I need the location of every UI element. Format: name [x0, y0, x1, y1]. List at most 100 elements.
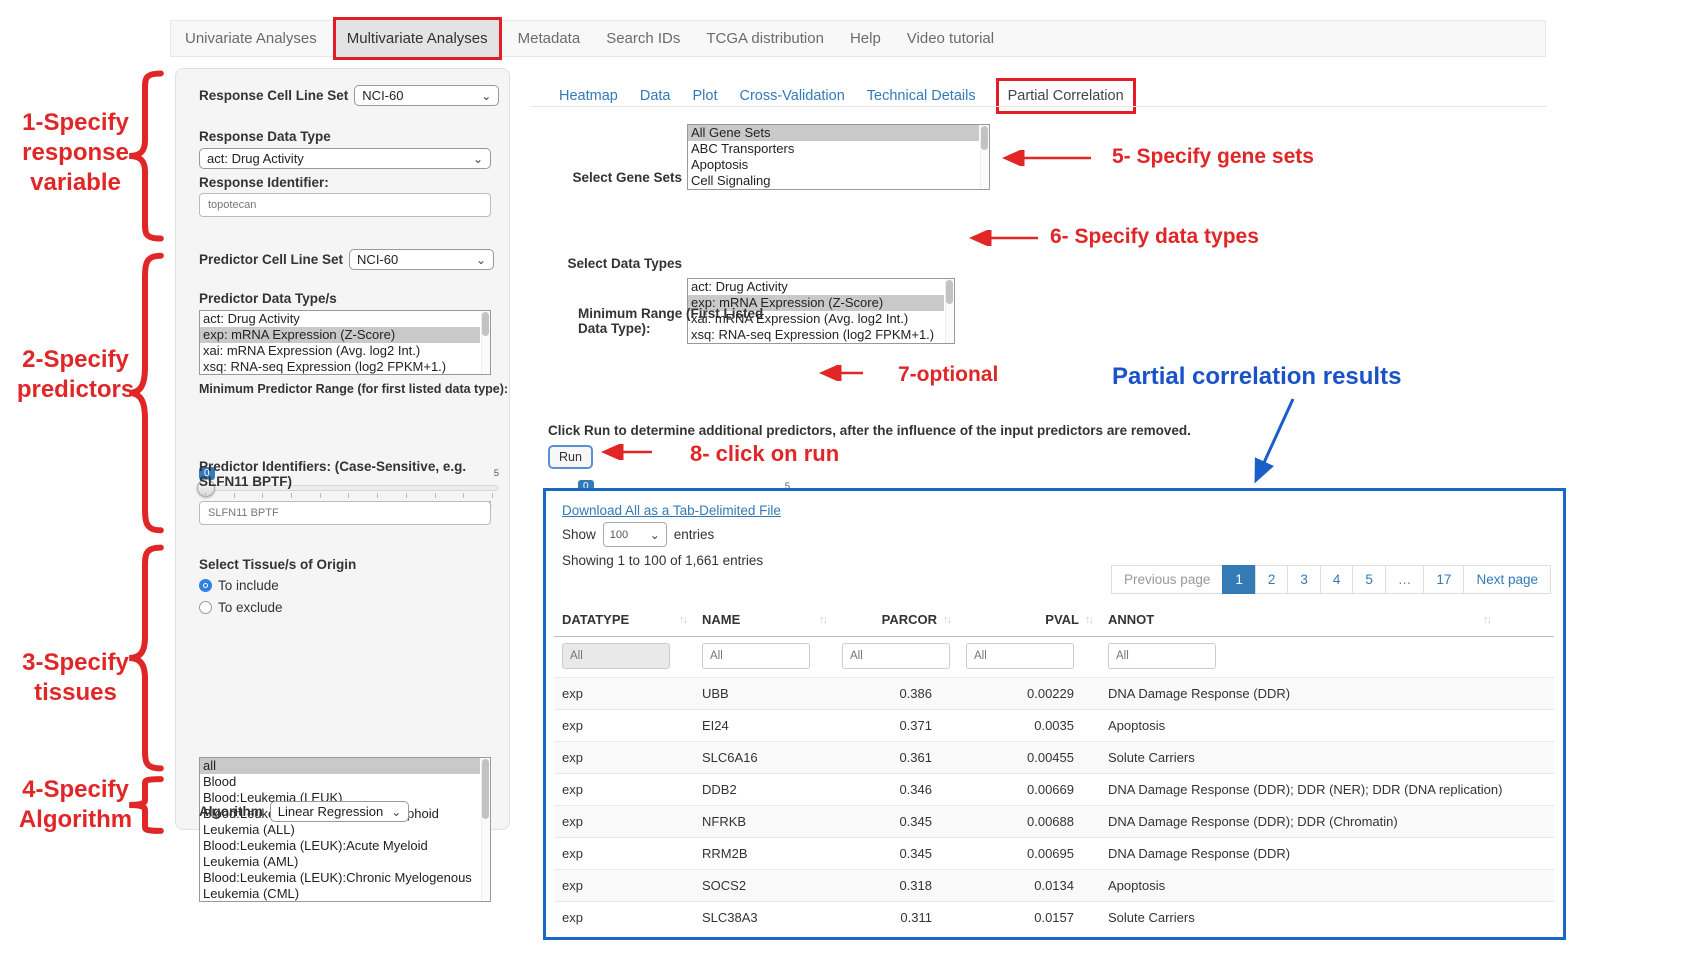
gene-sets-label: Select Gene Sets	[548, 170, 682, 185]
filter-annot-input[interactable]	[1108, 643, 1216, 669]
column-header-datatype[interactable]: DATATYPE↑↓	[554, 603, 694, 637]
option-tissue-cml[interactable]: Blood:Leukemia (LEUK):Chronic Myelogenou…	[200, 870, 480, 902]
download-tab-delimited-link[interactable]: Download All as a Tab-Delimited File	[562, 503, 781, 518]
tab-heatmap[interactable]: Heatmap	[548, 88, 629, 104]
arrow-optional	[812, 365, 867, 381]
radio-unchecked-icon	[199, 601, 212, 614]
arrow-data-types	[962, 230, 1042, 246]
run-button[interactable]: Run	[548, 445, 593, 469]
page-4-button[interactable]: 4	[1320, 565, 1354, 594]
nav-active-highlight: Multivariate Analyses	[333, 17, 502, 60]
results-table: DATATYPE↑↓ NAME↑↓ PARCOR↑↓ PVAL↑↓ ANNOT↑…	[554, 603, 1554, 933]
column-header-annot[interactable]: ANNOT↑↓	[1100, 603, 1554, 637]
pagination-ellipsis: …	[1385, 565, 1425, 594]
annotation-step8: 8- click on run	[690, 440, 839, 468]
option-tissue-all[interactable]: all	[200, 758, 480, 774]
table-row[interactable]: expSLC38A30.3110.0157Solute Carriers	[554, 902, 1554, 934]
table-row[interactable]: expSLC6A160.3610.00455Solute Carriers	[554, 742, 1554, 774]
page-1-button[interactable]: 1	[1222, 565, 1256, 594]
tissue-exclude-label: To exclude	[218, 600, 283, 615]
page-5-button[interactable]: 5	[1352, 565, 1386, 594]
sort-icon[interactable]: ↑↓	[819, 614, 826, 626]
predictor-cell-line-set-select[interactable]: NCI-60 ⌄	[349, 249, 494, 270]
option-cell-signaling[interactable]: Cell Signaling	[688, 173, 979, 189]
option-xai-mrna[interactable]: xai: mRNA Expression (Avg. log2 Int.)	[200, 343, 480, 359]
option-tissue-aml[interactable]: Blood:Leukemia (LEUK):Acute Myeloid Leuk…	[200, 838, 480, 870]
tissue-include-radio[interactable]: To include	[199, 578, 279, 593]
option-act-drug-activity[interactable]: act: Drug Activity	[688, 279, 944, 295]
scrollbar[interactable]	[980, 125, 989, 189]
nav-video-tutorial[interactable]: Video tutorial	[894, 30, 1007, 47]
column-header-name[interactable]: NAME↑↓	[694, 603, 834, 637]
tab-plot[interactable]: Plot	[681, 88, 728, 104]
filter-datatype-input[interactable]	[562, 643, 670, 669]
previous-page-button[interactable]: Previous page	[1111, 565, 1223, 594]
nav-univariate-analyses[interactable]: Univariate Analyses	[172, 30, 330, 47]
response-cell-line-set-value: NCI-60	[362, 88, 403, 103]
min-predictor-range-label: Minimum Predictor Range (for first liste…	[199, 382, 508, 396]
next-page-button[interactable]: Next page	[1463, 565, 1551, 594]
show-entries-select[interactable]: 100 ⌄	[603, 522, 667, 547]
tab-cross-validation[interactable]: Cross-Validation	[728, 88, 855, 104]
annotation-step4: 4-Specify Algorithm	[8, 775, 143, 835]
predictor-cell-line-set-label: Predictor Cell Line Set	[199, 252, 343, 267]
scrollbar[interactable]	[945, 279, 954, 343]
chevron-down-icon: ⌄	[481, 92, 491, 100]
filter-parcor-input[interactable]	[842, 643, 950, 669]
showing-entries-text: Showing 1 to 100 of 1,661 entries	[562, 553, 763, 568]
option-tissue-blood[interactable]: Blood	[200, 774, 480, 790]
option-all-gene-sets[interactable]: All Gene Sets	[688, 125, 979, 141]
table-row[interactable]: expSOCS20.3180.0134Apoptosis	[554, 870, 1554, 902]
page-17-button[interactable]: 17	[1423, 565, 1464, 594]
option-xsq-rnaseq[interactable]: xsq: RNA-seq Expression (log2 FPKM+1.)	[200, 359, 480, 375]
column-header-pval[interactable]: PVAL↑↓	[958, 603, 1100, 637]
option-apoptosis[interactable]: Apoptosis	[688, 157, 979, 173]
chevron-down-icon: ⌄	[650, 531, 660, 539]
response-cell-line-set-select[interactable]: NCI-60 ⌄	[354, 85, 499, 106]
option-act-drug-activity[interactable]: act: Drug Activity	[200, 311, 480, 327]
tab-active-highlight: Partial Correlation	[996, 78, 1136, 114]
response-identifier-input[interactable]	[199, 193, 491, 217]
tab-technical-details[interactable]: Technical Details	[856, 88, 987, 104]
option-exp-mrna-zscore[interactable]: exp: mRNA Expression (Z-Score)	[200, 327, 480, 343]
nav-multivariate-analyses[interactable]: Multivariate Analyses	[347, 30, 488, 47]
nav-search-ids[interactable]: Search IDs	[593, 30, 693, 47]
page-2-button[interactable]: 2	[1255, 565, 1289, 594]
min-range-label: Minimum Range (First Listed Data Type):	[578, 306, 793, 336]
sort-icon[interactable]: ↑↓	[1483, 614, 1490, 626]
table-header-row: DATATYPE↑↓ NAME↑↓ PARCOR↑↓ PVAL↑↓ ANNOT↑…	[554, 603, 1554, 637]
scrollbar[interactable]	[481, 311, 490, 374]
filter-name-input[interactable]	[702, 643, 810, 669]
table-row[interactable]: expUBB0.3860.00229DNA Damage Response (D…	[554, 678, 1554, 710]
option-abc-transporters[interactable]: ABC Transporters	[688, 141, 979, 157]
table-row[interactable]: expEI240.3710.0035Apoptosis	[554, 710, 1554, 742]
nav-metadata[interactable]: Metadata	[505, 30, 594, 47]
sort-icon[interactable]: ↑↓	[1085, 614, 1092, 626]
sort-icon[interactable]: ↑↓	[943, 614, 950, 626]
table-row[interactable]: expNFRKB0.3450.00688DNA Damage Response …	[554, 806, 1554, 838]
annotation-step5: 5- Specify gene sets	[1112, 144, 1314, 170]
table-row[interactable]: expRRM2B0.3450.00695DNA Damage Response …	[554, 838, 1554, 870]
predictor-identifiers-input[interactable]	[199, 501, 491, 525]
tab-partial-correlation[interactable]: Partial Correlation	[1008, 88, 1124, 104]
sort-icon[interactable]: ↑↓	[679, 614, 686, 626]
tab-data[interactable]: Data	[629, 88, 682, 104]
table-filter-row	[554, 637, 1554, 678]
response-data-type-select[interactable]: act: Drug Activity ⌄	[199, 148, 491, 169]
algorithm-label: Algorithm	[199, 804, 263, 819]
algorithm-select[interactable]: Linear Regression ⌄	[270, 801, 410, 822]
response-cell-line-set-label: Response Cell Line Set	[199, 88, 348, 103]
column-header-parcor[interactable]: PARCOR↑↓	[834, 603, 958, 637]
scrollbar[interactable]	[481, 758, 490, 901]
predictor-data-types-listbox: act: Drug Activity exp: mRNA Expression …	[199, 310, 491, 375]
page-3-button[interactable]: 3	[1287, 565, 1321, 594]
filter-pval-input[interactable]	[966, 643, 1074, 669]
tissue-exclude-radio[interactable]: To exclude	[199, 600, 283, 615]
nav-help[interactable]: Help	[837, 30, 894, 47]
brace-step1	[126, 70, 164, 242]
table-row[interactable]: expDDB20.3460.00669DNA Damage Response (…	[554, 774, 1554, 806]
chevron-down-icon: ⌄	[473, 155, 483, 163]
annotation-step7: 7-optional	[898, 362, 998, 388]
arrow-run	[594, 444, 656, 460]
nav-tcga-distribution[interactable]: TCGA distribution	[693, 30, 837, 47]
